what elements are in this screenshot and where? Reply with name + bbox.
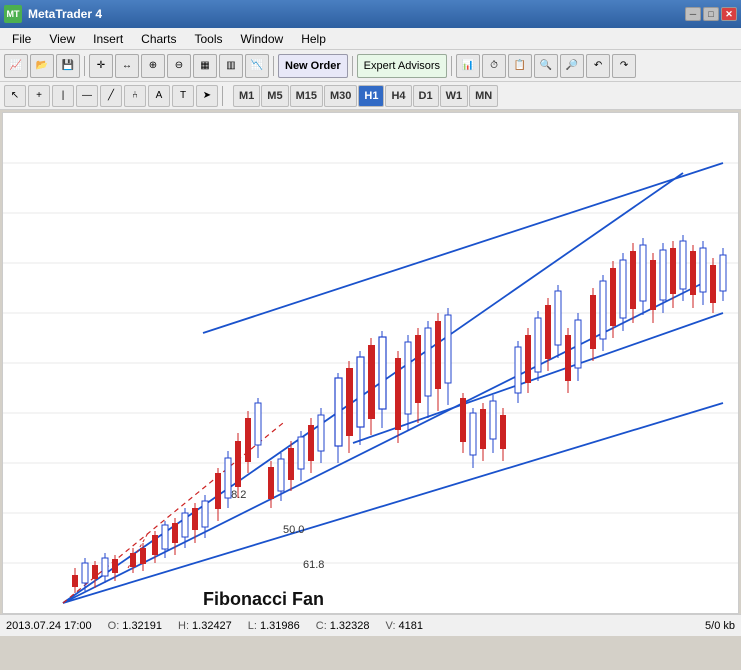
menu-file[interactable]: File (4, 30, 39, 48)
timeframe-group: M1 M5 M15 M30 H1 H4 D1 W1 MN (233, 85, 498, 107)
arrow-mark-tool[interactable]: ➤ (196, 85, 218, 107)
new-order-button[interactable]: New Order (278, 54, 348, 78)
bar-chart-button[interactable]: ▦ (193, 54, 217, 78)
tf-m15[interactable]: M15 (290, 85, 323, 107)
svg-text:50.0: 50.0 (283, 524, 304, 536)
arrow-tool[interactable]: ↖ (4, 85, 26, 107)
line-chart-button[interactable]: 📉 (245, 54, 269, 78)
close-label: C: (316, 620, 327, 632)
chart-svg: 38.2 50.0 61.8 (3, 113, 739, 614)
close-value: 1.32328 (330, 620, 370, 632)
tf-m5[interactable]: M5 (261, 85, 288, 107)
indicators-button[interactable]: 📊 (456, 54, 480, 78)
app-logo: MT (4, 5, 22, 23)
crosshair-tool[interactable]: + (28, 85, 50, 107)
separator1 (84, 56, 85, 76)
menu-insert[interactable]: Insert (85, 30, 131, 48)
tf-d1[interactable]: D1 (413, 85, 439, 107)
trendline-tool[interactable]: ╱ (100, 85, 122, 107)
fibonacci-fan-label: Fibonacci Fan (203, 589, 324, 609)
spread-value: 5/0 kb (705, 620, 735, 632)
menu-window[interactable]: Window (233, 30, 292, 48)
status-bar: 2013.07.24 17:00 O: 1.32191 H: 1.32427 L… (0, 614, 741, 636)
chart-zoom-out[interactable]: 🔎 (560, 54, 584, 78)
tf-m1[interactable]: M1 (233, 85, 260, 107)
low-label: L: (248, 620, 257, 632)
tf-h4[interactable]: H4 (385, 85, 411, 107)
label-tool[interactable]: T (172, 85, 194, 107)
tf-w1[interactable]: W1 (440, 85, 469, 107)
candle-button[interactable]: ▥ (219, 54, 243, 78)
svg-text:61.8: 61.8 (303, 559, 324, 571)
menu-tools[interactable]: Tools (187, 30, 231, 48)
close-button[interactable]: ✕ (721, 7, 737, 21)
datetime-label: 2013.07.24 17:00 (6, 620, 92, 632)
separator5 (222, 86, 223, 106)
tf-h1[interactable]: H1 (358, 85, 384, 107)
new-chart-button[interactable]: 📈 (4, 54, 28, 78)
menu-charts[interactable]: Charts (133, 30, 184, 48)
text-tool[interactable]: A (148, 85, 170, 107)
app-title: MetaTrader 4 (28, 7, 102, 21)
pitchfork-tool[interactable]: ⑃ (124, 85, 146, 107)
template-button[interactable]: 📋 (508, 54, 532, 78)
tf-mn[interactable]: MN (469, 85, 498, 107)
forward-button[interactable]: ↷ (612, 54, 636, 78)
open-label: O: (108, 620, 120, 632)
history-button[interactable]: ↶ (586, 54, 610, 78)
low-value: 1.31986 (260, 620, 300, 632)
chart-zoom-in[interactable]: 🔍 (534, 54, 558, 78)
separator3 (352, 56, 353, 76)
zoom-out-button[interactable]: ⊖ (167, 54, 191, 78)
expert-advisors-button[interactable]: Expert Advisors (357, 54, 447, 78)
maximize-button[interactable]: □ (703, 7, 719, 21)
periodicity-button[interactable]: ⏱ (482, 54, 506, 78)
horizontal-line-tool[interactable]: — (76, 85, 98, 107)
menu-bar: File View Insert Charts Tools Window Hel… (0, 28, 741, 50)
chart-area[interactable]: 38.2 50.0 61.8 (2, 112, 739, 614)
separator2 (273, 56, 274, 76)
volume-value: 4181 (399, 620, 423, 632)
title-bar: MT MetaTrader 4 ─ □ ✕ (0, 0, 741, 28)
separator4 (451, 56, 452, 76)
open-button[interactable]: 📂 (30, 54, 54, 78)
zoom-in-button[interactable]: ⊕ (141, 54, 165, 78)
minimize-button[interactable]: ─ (685, 7, 701, 21)
drawing-toolbar: ↖ + | — ╱ ⑃ A T ➤ M1 M5 M15 M30 H1 H4 D1… (0, 82, 741, 110)
scroll-button[interactable]: ↔ (115, 54, 139, 78)
main-toolbar: 📈 📂 💾 ✛ ↔ ⊕ ⊖ ▦ ▥ 📉 New Order Expert Adv… (0, 50, 741, 82)
high-label: H: (178, 620, 189, 632)
vertical-line-tool[interactable]: | (52, 85, 74, 107)
menu-view[interactable]: View (41, 30, 83, 48)
tf-m30[interactable]: M30 (324, 85, 357, 107)
crosshair-button[interactable]: ✛ (89, 54, 113, 78)
high-value: 1.32427 (192, 620, 232, 632)
save-button[interactable]: 💾 (56, 54, 80, 78)
volume-label: V: (386, 620, 396, 632)
menu-help[interactable]: Help (293, 30, 334, 48)
open-value: 1.32191 (122, 620, 162, 632)
